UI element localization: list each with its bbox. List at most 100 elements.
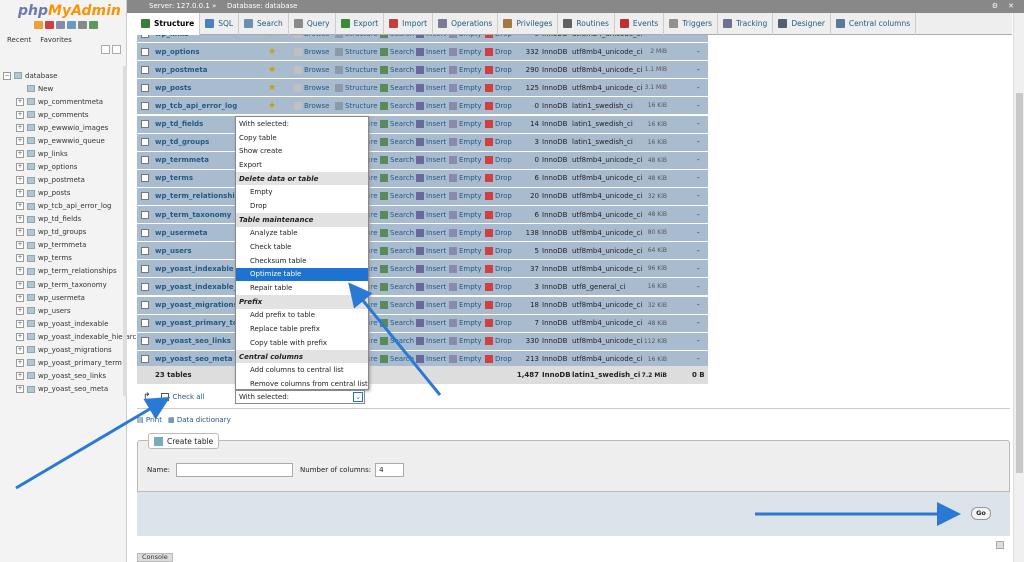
page-settings-icon[interactable]: [996, 541, 1004, 549]
insert-action[interactable]: Insert: [416, 83, 446, 92]
chevron-down-icon[interactable]: ⌄: [353, 392, 363, 402]
insert-action[interactable]: Insert: [416, 174, 446, 183]
sidebar-item[interactable]: + wp_termmeta: [3, 239, 127, 252]
search-action[interactable]: Search: [380, 174, 414, 183]
favorite-star-icon[interactable]: ★: [268, 47, 276, 57]
print-link[interactable]: ▤ Print: [137, 416, 162, 424]
menu-item-drop[interactable]: Drop: [236, 199, 368, 213]
sidebar-item-label[interactable]: wp_yoast_indexable_hierarchy: [38, 333, 145, 341]
sidebar-item[interactable]: + wp_yoast_indexable_hierarchy: [3, 330, 145, 343]
sidebar-item[interactable]: + wp_users: [3, 304, 127, 317]
settings-icon[interactable]: [78, 21, 87, 29]
breadcrumb-database[interactable]: Database: database: [227, 2, 297, 10]
expand-icon[interactable]: +: [16, 358, 24, 367]
menu-item-checksum-table[interactable]: Checksum table: [236, 254, 368, 268]
table-name-link[interactable]: wp_td_fields: [155, 120, 203, 128]
search-action[interactable]: Search: [380, 120, 414, 129]
expand-icon[interactable]: +: [16, 176, 24, 185]
sidebar-item[interactable]: + wp_yoast_primary_term: [3, 356, 127, 369]
sidebar-item[interactable]: + wp_terms: [3, 252, 127, 265]
search-action[interactable]: Search: [380, 101, 414, 110]
table-name-link[interactable]: wp_postmeta: [155, 66, 207, 74]
gear-icon[interactable]: ⚙: [992, 2, 998, 10]
table-name-link[interactable]: wp_yoast_indexable: [155, 265, 234, 273]
menu-item-copy-table[interactable]: Copy table: [236, 131, 368, 145]
sidebar-item[interactable]: + wp_yoast_seo_links: [3, 369, 127, 382]
sidebar-item-label[interactable]: wp_comments: [38, 111, 89, 119]
logout-icon[interactable]: [45, 21, 54, 29]
with-selected-select[interactable]: With selected: ⌄: [235, 390, 365, 404]
insert-action[interactable]: Insert: [416, 210, 446, 219]
expand-icon[interactable]: +: [16, 371, 24, 380]
menu-item-copy-table-with-prefix[interactable]: Copy table with prefix: [236, 336, 368, 350]
sidebar-item-label[interactable]: New: [38, 85, 53, 93]
search-action[interactable]: Search: [380, 210, 414, 219]
row-checkbox[interactable]: [141, 65, 149, 74]
empty-action[interactable]: Empty: [449, 282, 482, 291]
expand-icon[interactable]: +: [16, 162, 24, 171]
empty-action[interactable]: Empty: [449, 101, 482, 110]
row-checkbox[interactable]: [141, 264, 149, 273]
expand-icon[interactable]: +: [16, 345, 24, 354]
console-toggle[interactable]: Console: [137, 553, 173, 562]
row-checkbox[interactable]: [141, 355, 149, 364]
row-checkbox[interactable]: [141, 156, 149, 165]
table-name-link[interactable]: wp_usermeta: [155, 229, 207, 237]
empty-action[interactable]: Empty: [449, 301, 482, 310]
empty-action[interactable]: Empty: [449, 355, 482, 364]
expand-icon[interactable]: +: [16, 280, 24, 289]
menu-item-show-create[interactable]: Show create: [236, 144, 368, 158]
row-checkbox[interactable]: [141, 337, 149, 346]
row-checkbox[interactable]: [141, 83, 149, 92]
table-name-link[interactable]: wp_term_relationships: [155, 192, 244, 200]
table-name-link[interactable]: wp_tcb_api_error_log: [155, 102, 237, 110]
sidebar-item-label[interactable]: wp_posts: [38, 189, 70, 197]
columns-count-input[interactable]: 4: [375, 463, 405, 477]
expand-icon[interactable]: +: [16, 306, 24, 315]
expand-icon[interactable]: +: [16, 332, 24, 341]
tab-export[interactable]: Export: [336, 12, 385, 35]
search-action[interactable]: Search: [380, 355, 414, 364]
insert-action[interactable]: Insert: [416, 246, 446, 255]
favorite-star-icon[interactable]: ★: [268, 83, 276, 93]
tab-operations[interactable]: Operations: [433, 12, 499, 35]
empty-action[interactable]: Empty: [449, 337, 482, 346]
search-action[interactable]: Search: [380, 319, 414, 328]
link-with-main-icon[interactable]: [112, 45, 121, 54]
empty-action[interactable]: Empty: [449, 65, 482, 74]
sidebar-item-label[interactable]: wp_tcb_api_error_log: [38, 202, 112, 210]
expand-icon[interactable]: +: [16, 228, 24, 237]
search-action[interactable]: Search: [380, 138, 414, 147]
sidebar-item[interactable]: + wp_yoast_migrations: [3, 343, 127, 356]
sidebar-item-label[interactable]: wp_terms: [38, 254, 72, 262]
data-dictionary-link[interactable]: ▦ Data dictionary: [168, 416, 231, 424]
table-name-link[interactable]: wp_term_taxonomy: [155, 211, 231, 219]
search-action[interactable]: Search: [380, 301, 414, 310]
empty-action[interactable]: Empty: [449, 246, 482, 255]
browse-action[interactable]: Browse: [294, 47, 330, 56]
insert-action[interactable]: Insert: [416, 120, 446, 129]
sidebar-item-label[interactable]: wp_td_fields: [38, 215, 81, 223]
sidebar-item[interactable]: + wp_ewwwio_images: [3, 121, 127, 134]
empty-action[interactable]: Empty: [449, 228, 482, 237]
insert-action[interactable]: Insert: [416, 138, 446, 147]
insert-action[interactable]: Insert: [416, 156, 446, 165]
row-checkbox[interactable]: [141, 282, 149, 291]
sidebar-item[interactable]: + wp_ewwwio_queue: [3, 134, 127, 147]
tab-import[interactable]: Import: [384, 12, 434, 35]
insert-action[interactable]: Insert: [416, 337, 446, 346]
table-name-link[interactable]: wp_options: [155, 48, 200, 56]
tab-query[interactable]: Query: [289, 12, 336, 35]
tab-privileges[interactable]: Privileges: [498, 12, 559, 35]
table-name-link[interactable]: wp_users: [155, 247, 192, 255]
expand-icon[interactable]: +: [16, 215, 24, 224]
row-checkbox[interactable]: [141, 192, 149, 201]
sidebar-scrollbar[interactable]: [123, 66, 127, 396]
home-icon[interactable]: [34, 21, 43, 29]
tab-recent[interactable]: Recent: [7, 36, 31, 44]
sidebar-item[interactable]: + wp_td_groups: [3, 226, 127, 239]
empty-action[interactable]: Empty: [449, 138, 482, 147]
tab-tracking[interactable]: Tracking: [718, 12, 774, 35]
insert-action[interactable]: Insert: [416, 228, 446, 237]
sidebar-item[interactable]: + wp_postmeta: [3, 174, 127, 187]
